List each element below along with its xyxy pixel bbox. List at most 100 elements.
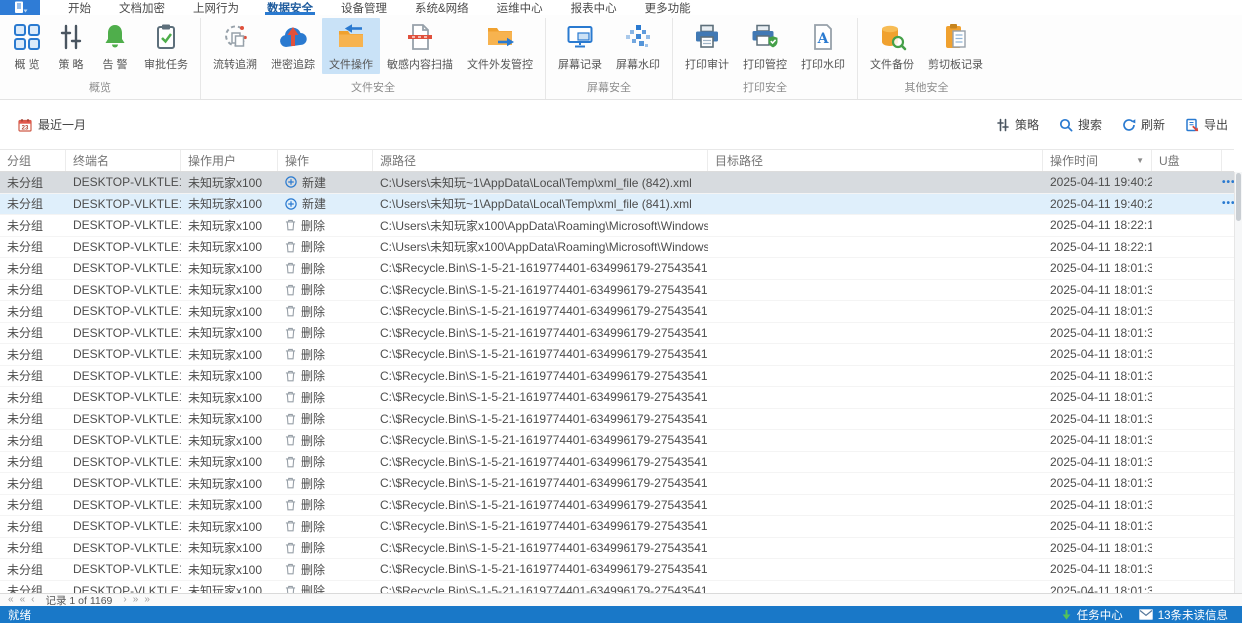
menu-tab[interactable]: 更多功能 (631, 0, 705, 15)
table-row[interactable]: 未分组 DESKTOP-VLKTLE1 未知玩家x100 删除 C:\$Recycle.… (0, 258, 1234, 280)
table-row[interactable]: 未分组 DESKTOP-VLKTLE1 未知玩家x100 删除 C:\$Recycle.… (0, 387, 1234, 409)
menu-tab[interactable]: 报表中心 (557, 0, 631, 15)
pager-next-icon[interactable]: › (123, 595, 126, 605)
cell-source-path: C:\Users\未知玩~1\AppData\Local\Temp\xml_fi… (380, 175, 692, 190)
task-center-button[interactable]: 任务中心 (1061, 607, 1123, 623)
status-right: 任务中心 13条未读信息 (1061, 607, 1228, 623)
cell-terminal: DESKTOP-VLKTLE1 (73, 562, 181, 577)
ribbon-item-clipboard-record[interactable]: 剪切板记录 (921, 18, 990, 74)
ribbon-item-sensitive-content-scan[interactable]: 敏感内容扫描 (380, 18, 460, 74)
ribbon-item-overview[interactable]: 概 览 (5, 18, 49, 74)
pager-next-icon[interactable]: » (144, 595, 150, 605)
row-menu-button[interactable]: ••• (1222, 177, 1234, 188)
col-header-user[interactable]: 操作用户 (181, 150, 278, 171)
table-row[interactable]: 未分组 DESKTOP-VLKTLE1 未知玩家x100 删除 C:\$Recycle.… (0, 473, 1234, 495)
vertical-scrollbar[interactable] (1234, 172, 1242, 593)
export-button[interactable]: 导出 (1185, 116, 1228, 133)
search-button[interactable]: 搜索 (1059, 116, 1102, 133)
table-row[interactable]: 未分组 DESKTOP-VLKTLE1 未知玩家x100 删除 C:\$Recycle.… (0, 494, 1234, 516)
trash-icon (285, 499, 296, 511)
ribbon-item-label: 概 览 (14, 59, 40, 71)
table-row[interactable]: 未分组 DESKTOP-VLKTLE1 未知玩家x100 删除 C:\$Recycle.… (0, 279, 1234, 301)
table-row[interactable]: 未分组 DESKTOP-VLKTLE1 未知玩家x100 新建 C:\Users\未知玩… (0, 193, 1234, 215)
table-row[interactable]: 未分组 DESKTOP-VLKTLE1 未知玩家x100 删除 C:\$Recycle.… (0, 344, 1234, 366)
cell-user: 未知玩家x100 (188, 304, 263, 319)
table-row[interactable]: 未分组 DESKTOP-VLKTLE1 未知玩家x100 删除 C:\Users\未知玩… (0, 236, 1234, 258)
ribbon-item-print-audit[interactable]: 打印审计 (678, 18, 736, 74)
col-header-target-path[interactable]: 目标路径 (708, 150, 1043, 171)
ribbon-item-label: 剪切板记录 (928, 59, 983, 71)
ribbon-item-file-outgoing-control[interactable]: 文件外发管控 (460, 18, 540, 74)
row-menu-button[interactable]: ••• (1222, 198, 1234, 209)
ribbon-item-flow-trace[interactable]: 流转追溯 (206, 18, 264, 74)
table-row[interactable]: 未分组 DESKTOP-VLKTLE1 未知玩家x100 删除 C:\$Recycle.… (0, 408, 1234, 430)
ribbon-item-label: 流转追溯 (213, 59, 257, 71)
ribbon-group-label: 屏幕安全 (587, 82, 631, 94)
table-row[interactable]: 未分组 DESKTOP-VLKTLE1 未知玩家x100 删除 C:\$Recycle.… (0, 365, 1234, 387)
ribbon-group-file-security: 流转追溯 泄密追踪 文件操作 敏感内容扫描 文件外发管控 文件安全 (200, 18, 545, 99)
menu-tab[interactable]: 文档加密 (105, 0, 179, 15)
table-row[interactable]: 未分组 DESKTOP-VLKTLE1 未知玩家x100 删除 C:\$Recycle.… (0, 516, 1234, 538)
pager-next-icon[interactable]: » (133, 595, 139, 605)
cell-source-path: C:\$Recycle.Bin\S-1-5-21-1619774401-6349… (380, 433, 708, 448)
table-row[interactable]: 未分组 DESKTOP-VLKTLE1 未知玩家x100 删除 C:\Users\未知玩… (0, 215, 1234, 237)
col-header-terminal[interactable]: 终端名 (66, 150, 181, 171)
refresh-icon (1123, 118, 1136, 131)
menu-tab[interactable]: 设备管理 (327, 0, 401, 15)
refresh-button[interactable]: 刷新 (1122, 116, 1165, 133)
cell-user: 未知玩家x100 (188, 584, 263, 593)
table-row[interactable]: 未分组 DESKTOP-VLKTLE1 未知玩家x100 删除 C:\$Recycle.… (0, 559, 1234, 581)
pager-prev-icon[interactable]: « (20, 595, 26, 605)
app-menu-button[interactable] (0, 0, 40, 15)
ribbon-item-print-watermark[interactable]: A 打印水印 (794, 18, 852, 74)
cell-time: 2025-04-11 18:22:13 (1050, 218, 1152, 233)
menu-tab[interactable]: 系统&网络 (401, 0, 483, 15)
cell-user: 未知玩家x100 (188, 455, 263, 470)
ribbon-item-alerts[interactable]: 告 警 (93, 18, 137, 74)
table-row[interactable]: 未分组 DESKTOP-VLKTLE1 未知玩家x100 删除 C:\$Recycle.… (0, 301, 1234, 323)
table-row[interactable]: 未分组 DESKTOP-VLKTLE1 未知玩家x100 删除 C:\$Recycle.… (0, 322, 1234, 344)
table-row[interactable]: 未分组 DESKTOP-VLKTLE1 未知玩家x100 新建 C:\Users\未知玩… (0, 172, 1234, 194)
cell-action: 删除 (278, 367, 373, 384)
ribbon-item-print-control[interactable]: 打印管控 (736, 18, 794, 74)
ribbon-item-file-backup[interactable]: 文件备份 (863, 18, 921, 74)
menu-tab[interactable]: 开始 (54, 0, 105, 15)
ribbon-item-approval-tasks[interactable]: 审批任务 (137, 18, 195, 74)
unread-messages-button[interactable]: 13条未读信息 (1138, 607, 1228, 623)
table-row[interactable]: 未分组 DESKTOP-VLKTLE1 未知玩家x100 删除 C:\$Recycle.… (0, 451, 1234, 473)
grid-header: 分组 终端名 操作用户 操作 源路径 目标路径 操作时间 ▼ U盘 (0, 149, 1234, 172)
menu-tab[interactable]: 上网行为 (179, 0, 253, 15)
col-header-usb[interactable]: U盘 (1152, 150, 1222, 171)
col-header-group[interactable]: 分组 (0, 150, 66, 171)
print-audit-icon (696, 24, 718, 48)
cell-user: 未知玩家x100 (188, 562, 263, 577)
cell-time: 2025-04-11 18:01:38 (1050, 519, 1152, 534)
new-file-icon (285, 198, 297, 210)
col-header-source-path[interactable]: 源路径 (373, 150, 708, 171)
cell-group: 未分组 (7, 562, 44, 577)
menu-tab[interactable]: 运维中心 (483, 0, 557, 15)
ribbon-item-leak-trace[interactable]: 泄密追踪 (264, 18, 322, 74)
cell-user: 未知玩家x100 (188, 326, 263, 341)
menu-tab[interactable]: 数据安全 (253, 0, 327, 15)
cell-user: 未知玩家x100 (188, 476, 263, 491)
date-range-filter[interactable]: 23 最近一月 (18, 116, 86, 133)
filter-caret-icon[interactable]: ▼ (1136, 156, 1144, 165)
table-row[interactable]: 未分组 DESKTOP-VLKTLE1 未知玩家x100 删除 C:\$Recycle.… (0, 430, 1234, 452)
table-row[interactable]: 未分组 DESKTOP-VLKTLE1 未知玩家x100 删除 C:\$Recycle.… (0, 580, 1234, 593)
scrollbar-thumb[interactable] (1236, 173, 1241, 221)
clipboard-record-icon (945, 24, 966, 48)
ribbon-item-file-operations[interactable]: 文件操作 (322, 18, 380, 74)
col-header-time[interactable]: 操作时间 ▼ (1043, 150, 1152, 171)
col-header-action[interactable]: 操作 (278, 150, 373, 171)
pager-prev-icon[interactable]: ‹ (31, 595, 34, 605)
policy-button[interactable]: 策略 (996, 116, 1039, 133)
ribbon-item-screen-watermark[interactable]: 屏幕水印 (609, 18, 667, 74)
cell-user: 未知玩家x100 (188, 433, 263, 448)
cell-action: 删除 (278, 496, 373, 513)
table-row[interactable]: 未分组 DESKTOP-VLKTLE1 未知玩家x100 删除 C:\$Recycle.… (0, 537, 1234, 559)
ribbon-item-screen-record[interactable]: 屏幕记录 (551, 18, 609, 74)
trash-icon (285, 521, 296, 532)
pager-prev-icon[interactable]: « (8, 595, 14, 605)
ribbon-item-policy[interactable]: 策 略 (49, 18, 93, 74)
